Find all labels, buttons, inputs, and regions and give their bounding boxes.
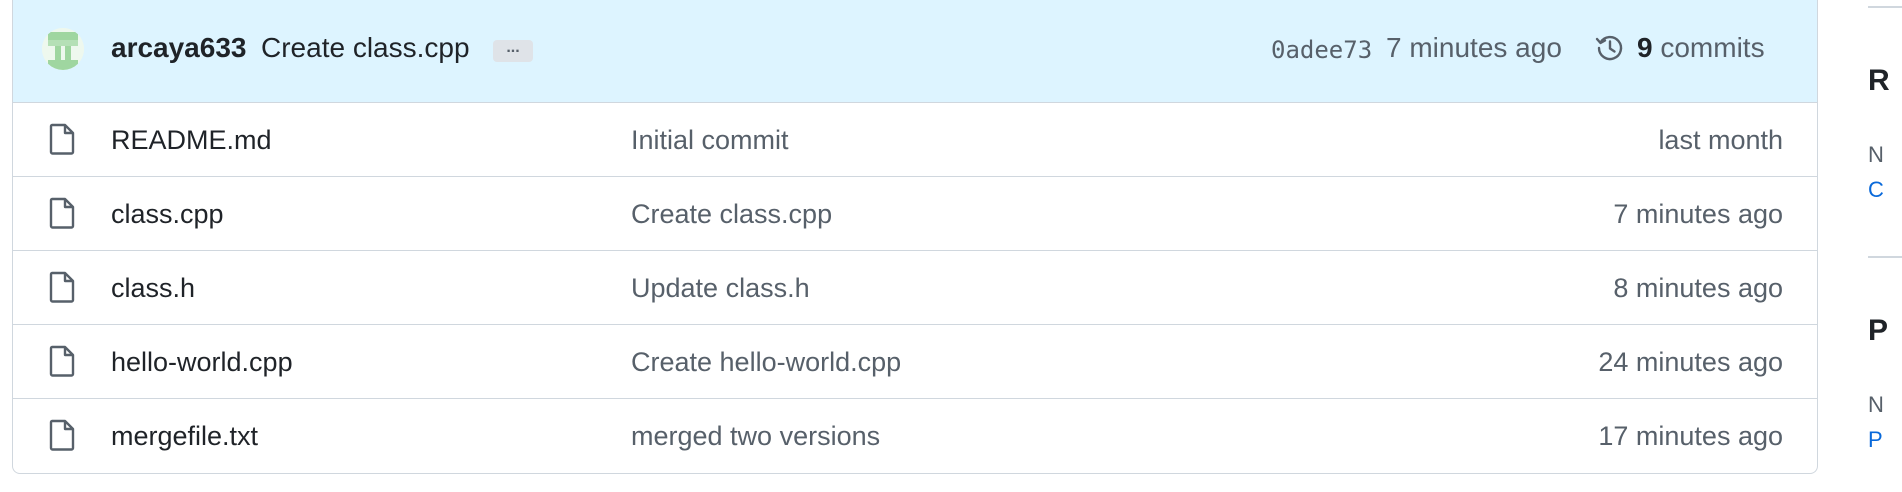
file-name-link[interactable]: class.cpp <box>111 199 224 230</box>
file-name-link[interactable]: class.h <box>111 273 195 304</box>
file-row[interactable]: README.md Initial commit last month <box>13 103 1817 177</box>
file-row[interactable]: mergefile.txt merged two versions 17 min… <box>13 399 1817 473</box>
file-icon <box>49 197 75 229</box>
commits-label: commits <box>1660 32 1765 63</box>
file-commit-message[interactable]: Initial commit <box>631 125 789 156</box>
file-icon <box>49 345 75 377</box>
file-name-link[interactable]: README.md <box>111 125 272 156</box>
file-row[interactable]: class.h Update class.h 8 minutes ago <box>13 251 1817 325</box>
file-icon <box>49 419 75 451</box>
file-row[interactable]: class.cpp Create class.cpp 7 minutes ago <box>13 177 1817 251</box>
sidebar-description: N <box>1868 142 1884 167</box>
latest-commit-message[interactable]: Create class.cpp <box>261 32 470 64</box>
commits-link[interactable]: 9 commits <box>1637 32 1765 64</box>
file-commit-time: last month <box>1658 125 1783 155</box>
file-list: README.md Initial commit last month clas… <box>13 103 1817 473</box>
file-commit-time: 24 minutes ago <box>1598 347 1783 377</box>
avatar[interactable] <box>42 28 84 70</box>
sidebar-description: N <box>1868 392 1884 417</box>
file-commit-message[interactable]: Create hello-world.cpp <box>631 347 901 378</box>
file-commit-message[interactable]: Update class.h <box>631 273 810 304</box>
commit-sha[interactable]: 0adee73 <box>1271 36 1372 64</box>
identicon-avatar-icon <box>42 28 84 70</box>
file-commit-message[interactable]: merged two versions <box>631 421 880 452</box>
file-commit-time: 17 minutes ago <box>1598 421 1783 451</box>
commit-count: 9 <box>1637 32 1653 63</box>
sidebar-heading: P <box>1868 314 1889 347</box>
file-row[interactable]: hello-world.cpp Create hello-world.cpp 2… <box>13 325 1817 399</box>
file-commit-message[interactable]: Create class.cpp <box>631 199 832 230</box>
sidebar-heading: R <box>1868 64 1890 97</box>
file-name-link[interactable]: hello-world.cpp <box>111 347 293 378</box>
sidebar-link[interactable]: C <box>1868 177 1884 203</box>
file-commit-time: 7 minutes ago <box>1613 199 1783 229</box>
sidebar-divider <box>1868 256 1902 258</box>
sidebar-link[interactable]: P <box>1868 427 1883 453</box>
history-icon[interactable] <box>1594 32 1626 64</box>
file-icon <box>49 123 75 155</box>
file-icon <box>49 271 75 303</box>
commit-author[interactable]: arcaya633 <box>111 32 246 64</box>
latest-commit-bar: arcaya633 Create class.cpp ... 0adee73 7… <box>13 0 1817 103</box>
expand-commit-button[interactable]: ... <box>493 40 533 62</box>
commit-time: 7 minutes ago <box>1386 32 1562 63</box>
file-browser: arcaya633 Create class.cpp ... 0adee73 7… <box>12 0 1818 474</box>
file-commit-time: 8 minutes ago <box>1613 273 1783 303</box>
sidebar-divider <box>1868 6 1902 8</box>
file-name-link[interactable]: mergefile.txt <box>111 421 258 452</box>
